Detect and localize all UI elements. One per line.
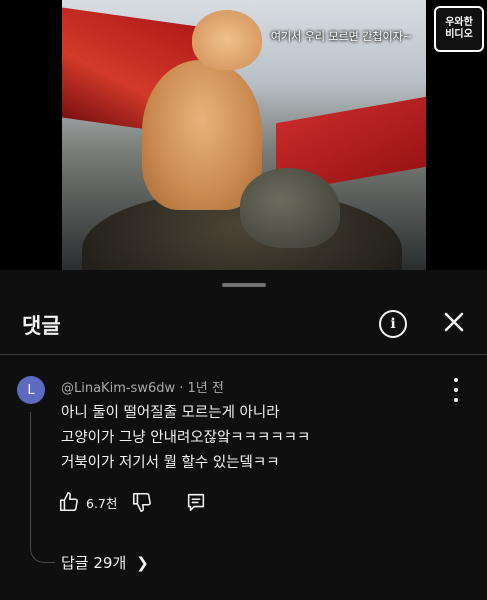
close-icon[interactable] — [440, 308, 468, 336]
cat-head — [192, 10, 262, 70]
comment-line: 아니 둘이 떨어질줄 모르는게 아니라 — [61, 405, 280, 421]
info-icon[interactable]: i — [379, 310, 407, 338]
dot — [454, 398, 458, 402]
more-options-icon[interactable] — [448, 378, 464, 402]
comment-actions: 6.7천 — [58, 488, 207, 516]
header-divider — [0, 354, 487, 355]
view-replies-button[interactable]: 답글 29개 ❯ — [61, 552, 149, 573]
comment-author[interactable]: @LinaKim-sw6dw — [61, 381, 175, 396]
channel-logo: 우와한 비디오 — [434, 6, 484, 52]
thumbs-down-icon[interactable] — [131, 491, 153, 513]
comment-time: 1년 전 — [187, 381, 224, 396]
comment-line: 거북이가 저기서 뭘 할수 있는뎈ㅋㅋ — [61, 455, 280, 471]
thumbs-up-icon[interactable] — [58, 491, 80, 513]
sheet-drag-handle[interactable] — [222, 283, 266, 287]
meta-separator: · — [179, 381, 188, 396]
comment-text: 아니 둘이 떨어질줄 모르는게 아니라 고양이가 그냥 안내려오잖앜ㅋㅋㅋㅋㅋㅋ… — [61, 401, 310, 476]
channel-logo-line: 우와한 — [445, 17, 473, 28]
channel-logo-line: 비디오 — [445, 29, 473, 40]
replies-label: 답글 29개 — [61, 554, 127, 572]
cat — [142, 60, 262, 210]
video-frame: 여기서 우리 모르면 간첩이자~ — [62, 0, 426, 270]
reply-thread-line — [30, 412, 55, 563]
chevron-right-icon: ❯ — [136, 553, 149, 572]
video-caption: 여기서 우리 모르면 간첩이자~ — [270, 30, 412, 43]
comments-header: 댓글 i — [0, 298, 487, 354]
turtle-head — [240, 168, 340, 248]
reply-icon[interactable] — [185, 491, 207, 513]
avatar[interactable]: L — [17, 376, 45, 404]
comment-meta: @LinaKim-sw6dw · 1년 전 — [61, 377, 224, 396]
comments-title: 댓글 — [22, 314, 61, 338]
like-count: 6.7천 — [86, 495, 118, 511]
dot — [454, 388, 458, 392]
comment-line: 고양이가 그냥 안내려오잖앜ㅋㅋㅋㅋㅋㅋ — [61, 430, 311, 446]
dot — [454, 378, 458, 382]
video-player[interactable]: 여기서 우리 모르면 간첩이자~ 우와한 비디오 — [0, 0, 487, 270]
